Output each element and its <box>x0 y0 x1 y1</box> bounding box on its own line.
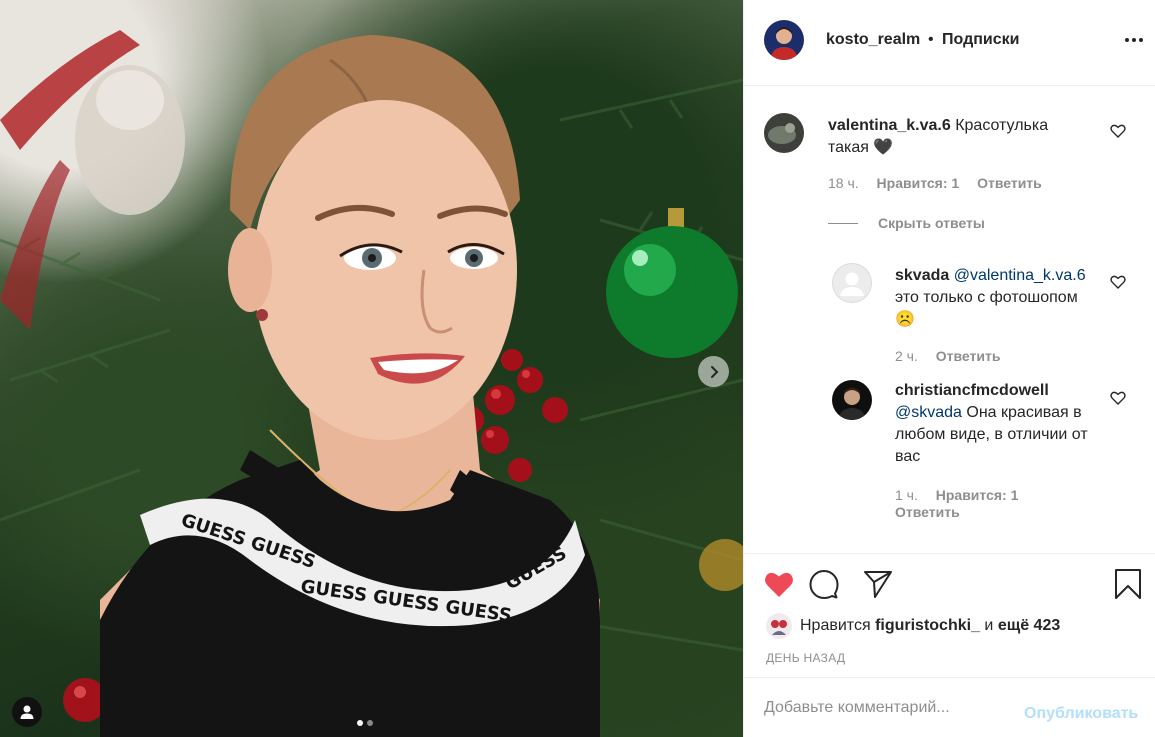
instagram-post-view: GUESS GUESS GUESS GUESS GUESS GUESS kost… <box>0 0 1155 737</box>
reply-body: skvada @valentina_k.va.6 это только с фо… <box>895 265 1095 331</box>
liker-avatar-image <box>766 613 792 639</box>
comment-likes-count[interactable]: Нравится: 1 <box>877 175 960 191</box>
like-button[interactable] <box>763 568 795 600</box>
comment-input[interactable] <box>764 696 1014 720</box>
more-horizontal-icon <box>1125 38 1143 42</box>
reply-like-heart-icon[interactable] <box>1110 274 1126 290</box>
author-avatar[interactable] <box>764 20 804 60</box>
save-button[interactable] <box>1112 568 1144 600</box>
comment-time[interactable]: 18 ч. <box>828 175 859 191</box>
replies-divider-line <box>828 222 858 224</box>
likes-joiner: и <box>984 617 994 634</box>
comment-icon <box>809 570 839 599</box>
following-button[interactable]: Подписки <box>942 31 1019 49</box>
comment-meta: 18 ч. Нравится: 1 Ответить <box>828 175 1042 191</box>
reply-meta: 2 ч. Ответить <box>895 348 1000 364</box>
hide-replies-label: Скрыть ответы <box>878 215 985 231</box>
default-avatar-icon <box>832 263 872 303</box>
replier-avatar-image <box>832 380 872 420</box>
reply-time[interactable]: 2 ч. <box>895 348 918 364</box>
liker-avatar[interactable] <box>766 613 792 639</box>
replier-avatar[interactable] <box>832 263 872 303</box>
author-username[interactable]: kosto_realm <box>826 31 920 49</box>
reply-likes-count[interactable]: Нравится: 1 <box>936 487 1019 503</box>
reply-mention[interactable]: @skvada <box>895 404 962 421</box>
reply-mention[interactable]: @valentina_k.va.6 <box>954 267 1086 284</box>
likes-count[interactable]: ещё 423 <box>998 617 1060 635</box>
reply-text: это только с фотошопом☹️ <box>895 289 1078 328</box>
reply-body: christiancfmcdowell @skvada Она красивая… <box>895 380 1095 468</box>
post-actions: Нравится figuristochki_ и ещё 423 ДЕНЬ Н… <box>744 553 1155 677</box>
comment-reply-button[interactable]: Ответить <box>977 175 1042 191</box>
reply-reply-button[interactable]: Ответить <box>895 504 960 520</box>
hide-replies-button[interactable]: Скрыть ответы <box>828 215 985 231</box>
carousel-dot <box>367 720 373 726</box>
header-separator: • <box>928 31 934 48</box>
comment-body: valentina_k.va.6 Красотулька такая 🖤 <box>828 115 1088 159</box>
post-header: kosto_realm • Подписки <box>744 0 1155 86</box>
bookmark-icon <box>1115 569 1141 599</box>
photo-illustration: GUESS GUESS GUESS GUESS GUESS GUESS <box>0 30 743 737</box>
comment-like-heart-icon[interactable] <box>1110 123 1126 139</box>
author-avatar-image <box>764 20 804 60</box>
comments-list[interactable]: valentina_k.va.6 Красотулька такая 🖤 18 … <box>744 87 1155 552</box>
paper-plane-icon <box>864 571 892 598</box>
carousel-dot-active <box>357 720 363 726</box>
reply-like-heart-icon[interactable] <box>1110 390 1126 406</box>
more-options-button[interactable] <box>1122 28 1146 52</box>
reply-meta: 1 ч. Нравится: 1 Ответить <box>895 487 1055 521</box>
replier-avatar[interactable] <box>832 380 872 420</box>
likes-prefix: Нравится <box>800 617 871 634</box>
post-timestamp[interactable]: ДЕНЬ НАЗАД <box>766 651 845 665</box>
comment-item: valentina_k.va.6 Красотулька такая 🖤 18 … <box>744 87 1155 207</box>
share-button[interactable] <box>862 568 894 600</box>
chevron-right-icon <box>710 365 718 378</box>
reply-time[interactable]: 1 ч. <box>895 487 918 503</box>
add-comment-bar: Опубликовать <box>744 677 1155 737</box>
likes-summary: Нравится figuristochki_ и ещё 423 <box>766 613 1060 639</box>
post-comment-button[interactable]: Опубликовать <box>1024 705 1138 723</box>
reply-reply-button[interactable]: Ответить <box>936 348 1001 364</box>
post-sidebar: kosto_realm • Подписки valentina_k.va.6 … <box>743 0 1155 737</box>
comment-username[interactable]: valentina_k.va.6 <box>828 117 951 134</box>
reply-item: skvada @valentina_k.va.6 это только с фо… <box>744 252 1155 364</box>
comment-button[interactable] <box>808 568 840 600</box>
commenter-avatar-image <box>764 113 804 153</box>
user-tag-icon <box>20 705 34 719</box>
liker-username[interactable]: figuristochki_ <box>875 617 980 635</box>
commenter-avatar[interactable] <box>764 113 804 153</box>
reply-item: christiancfmcdowell @skvada Она красивая… <box>744 377 1155 527</box>
next-image-button[interactable] <box>698 356 729 387</box>
carousel-indicator <box>357 720 373 726</box>
tagged-users-button[interactable] <box>12 697 42 727</box>
post-photo[interactable]: GUESS GUESS GUESS GUESS GUESS GUESS <box>0 0 743 737</box>
reply-username[interactable]: christiancfmcdowell <box>895 382 1049 399</box>
heart-filled-icon <box>765 572 793 597</box>
reply-username[interactable]: skvada <box>895 267 949 284</box>
